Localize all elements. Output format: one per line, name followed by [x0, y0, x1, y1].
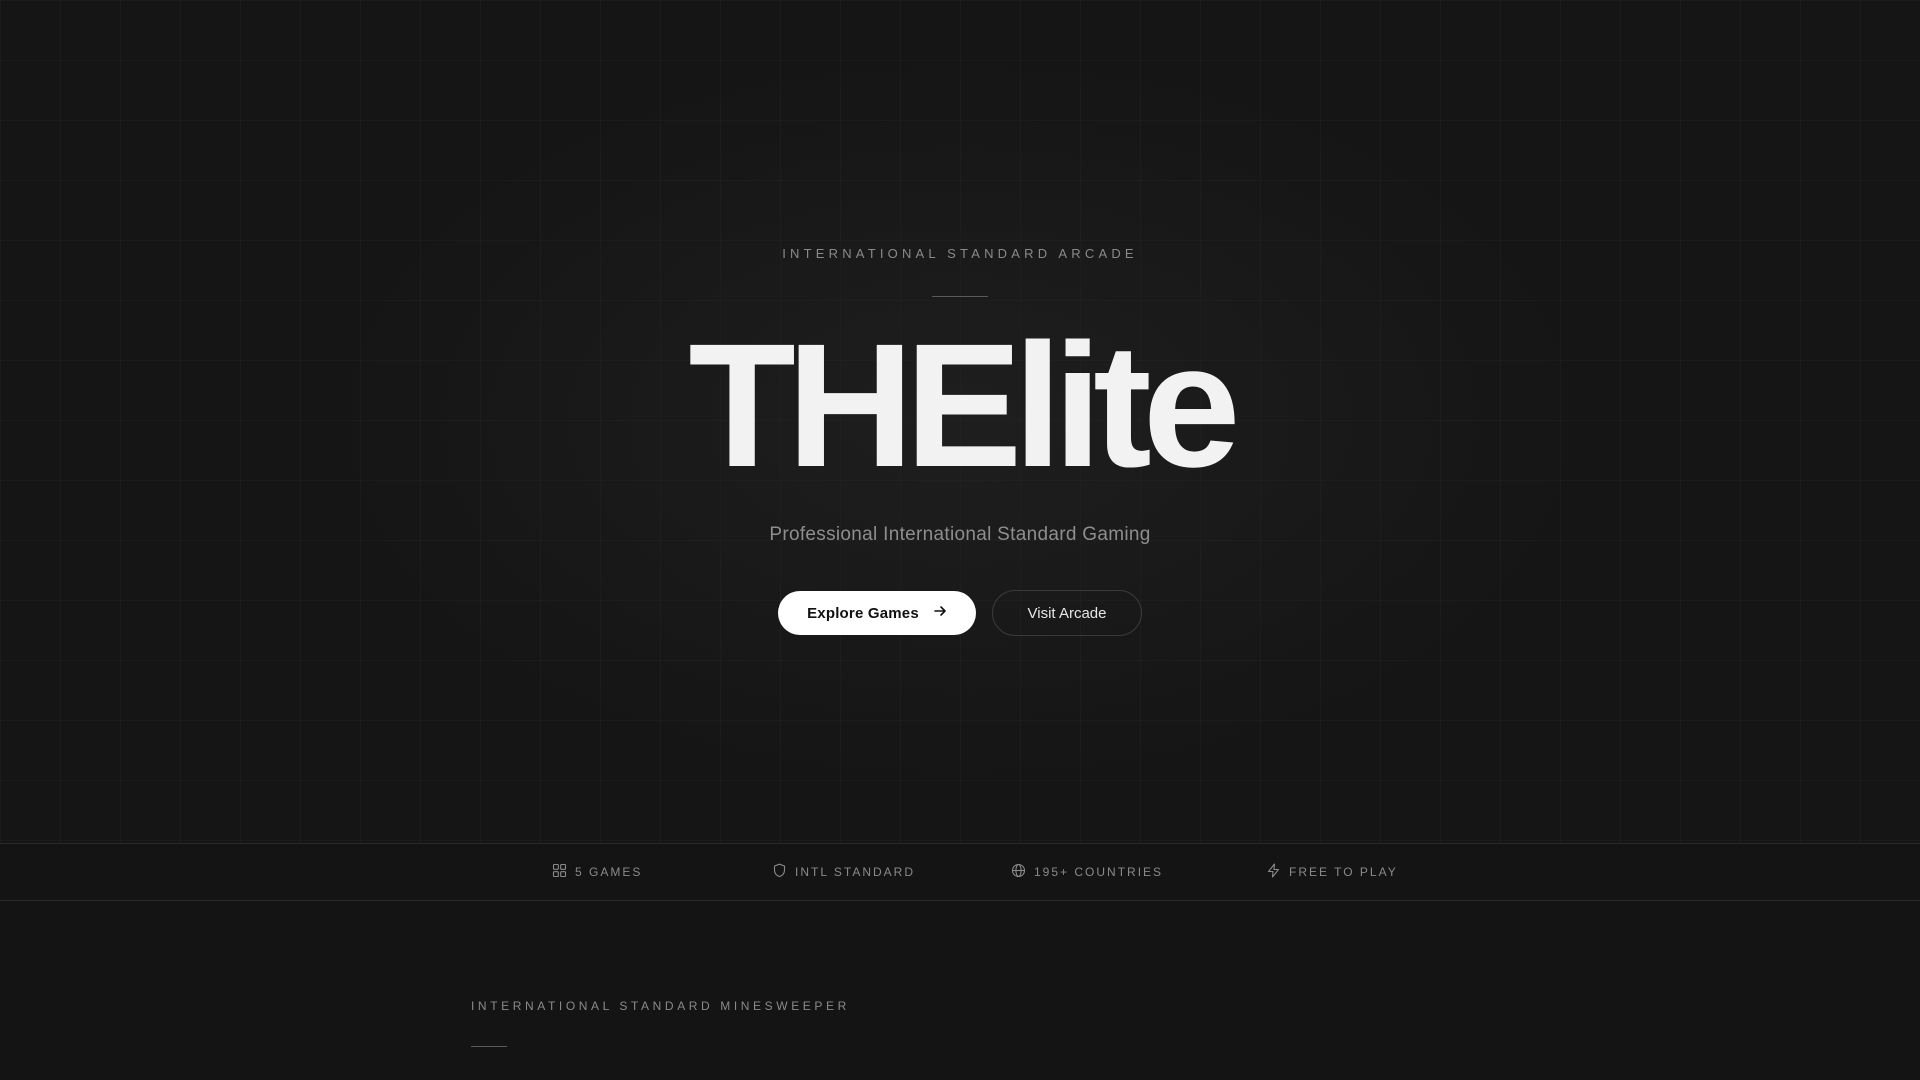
grid-icon	[552, 863, 567, 881]
visit-arcade-button[interactable]: Visit Arcade	[992, 590, 1142, 636]
hero-section: INTERNATIONAL STANDARD ARCADE THElite Pr…	[0, 0, 1920, 843]
hero-eyebrow: INTERNATIONAL STANDARD ARCADE	[782, 246, 1138, 261]
stat-intl-standard-label: INTL STANDARD	[795, 865, 916, 879]
hero-subtitle: Professional International Standard Gami…	[769, 524, 1151, 545]
globe-icon	[1011, 863, 1026, 881]
stat-games-label: 5 GAMES	[575, 865, 643, 879]
shield-icon	[772, 863, 787, 881]
visit-arcade-label: Visit Arcade	[1027, 604, 1107, 622]
stat-games: 5 GAMES	[552, 844, 642, 900]
stat-countries-label: 195+ COUNTRIES	[1034, 865, 1164, 879]
arrow-right-icon	[933, 604, 947, 622]
stat-free-to-play-label: FREE TO PLAY	[1289, 865, 1398, 879]
stats-bar: 5 GAMES INTL STANDARD 195+ COUNTRIES FRE…	[0, 843, 1920, 901]
explore-games-button[interactable]: Explore Games	[778, 591, 976, 635]
hero-title: THElite	[688, 308, 1240, 504]
explore-games-label: Explore Games	[807, 604, 919, 622]
hero-divider	[932, 296, 988, 297]
stat-countries: 195+ COUNTRIES	[1011, 844, 1163, 900]
lightning-icon	[1266, 863, 1281, 881]
section-divider	[471, 1046, 507, 1047]
stat-intl-standard: INTL STANDARD	[772, 844, 915, 900]
stat-free-to-play: FREE TO PLAY	[1266, 844, 1398, 900]
section-eyebrow: INTERNATIONAL STANDARD MINESWEEPER	[471, 999, 850, 1013]
